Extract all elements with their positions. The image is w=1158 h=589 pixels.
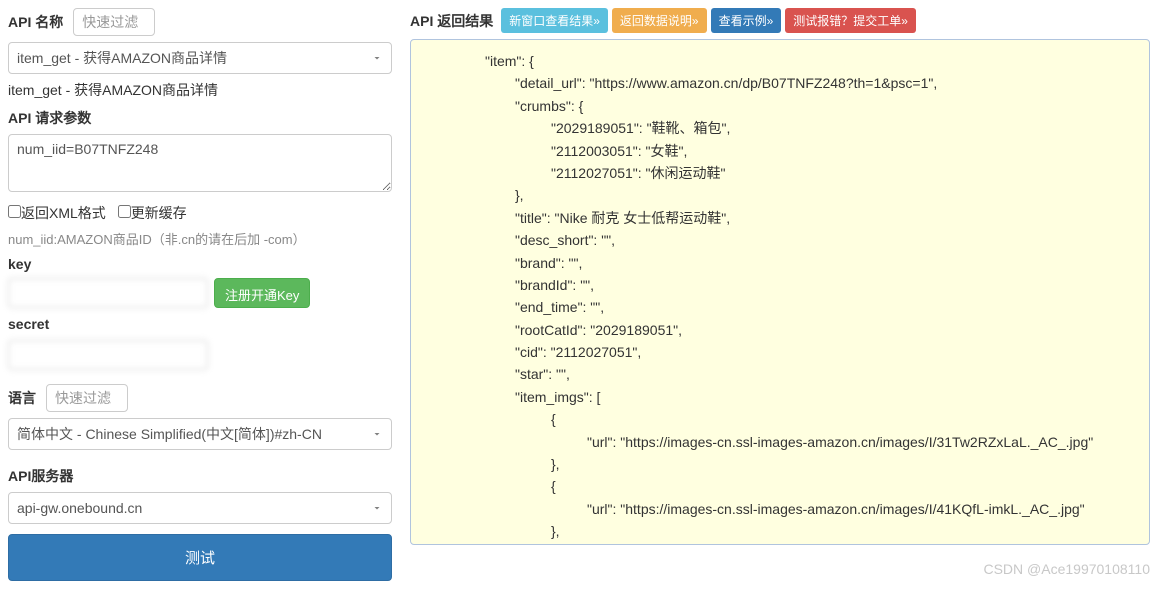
json-line: "rootCatId": "2029189051", — [425, 319, 1135, 341]
lang-label: 语言 — [8, 388, 36, 408]
json-line: "brandId": "", — [425, 274, 1135, 296]
secret-input[interactable] — [8, 340, 208, 370]
json-line: "cid": "2112027051", — [425, 341, 1135, 363]
new-window-button[interactable]: 新窗口查看结果» — [501, 8, 608, 33]
json-line: "2112027051": "休闲运动鞋" — [425, 162, 1135, 184]
right-panel: API 返回结果 新窗口查看结果» 返回数据说明» 查看示例» 测试报错？提交工… — [410, 8, 1150, 581]
lang-filter-input[interactable] — [46, 384, 128, 412]
watermark: CSDN @Ace19970108110 — [983, 561, 1150, 577]
json-line: "brand": "", — [425, 252, 1135, 274]
json-line: "url": "https://images-cn.ssl-images-ama… — [425, 498, 1135, 520]
key-label: key — [8, 256, 392, 272]
cache-checkbox-label[interactable]: 更新缓存 — [118, 205, 187, 221]
api-name-select[interactable]: item_get - 获得AMAZON商品详情 — [8, 42, 392, 74]
json-line: "2112003051": "女鞋", — [425, 140, 1135, 162]
json-line: }, — [425, 520, 1135, 542]
api-select-echo: item_get - 获得AMAZON商品详情 — [8, 80, 392, 100]
server-label: API服务器 — [8, 466, 392, 486]
register-key-button[interactable]: 注册开通Key — [214, 278, 310, 308]
json-line: }, — [425, 453, 1135, 475]
view-example-button[interactable]: 查看示例» — [711, 8, 782, 33]
json-line: "star": "", — [425, 363, 1135, 385]
json-line: "detail_url": "https://www.amazon.cn/dp/… — [425, 72, 1135, 94]
json-line: "crumbs": { — [425, 95, 1135, 117]
result-box: "item": { "detail_url": "https://www.ama… — [410, 39, 1150, 545]
json-line: "end_time": "", — [425, 296, 1135, 318]
json-line: "2029189051": "鞋靴、箱包", — [425, 117, 1135, 139]
secret-label: secret — [8, 316, 392, 332]
report-error-button[interactable]: 测试报错？提交工单» — [785, 8, 916, 33]
xml-checkbox[interactable] — [8, 205, 21, 218]
api-name-filter-input[interactable] — [73, 8, 155, 36]
xml-checkbox-label[interactable]: 返回XML格式 — [8, 205, 106, 221]
test-button[interactable]: 测试 — [8, 534, 392, 581]
key-input[interactable] — [8, 278, 208, 308]
lang-select[interactable]: 简体中文 - Chinese Simplified(中文[简体])#zh-CN — [8, 418, 392, 450]
json-line: "url": "https://images-cn.ssl-images-ama… — [425, 431, 1135, 453]
cache-checkbox[interactable] — [118, 205, 131, 218]
result-title: API 返回结果 — [410, 11, 493, 31]
data-desc-button[interactable]: 返回数据说明» — [612, 8, 707, 33]
api-params-label: API 请求参数 — [8, 108, 392, 128]
params-hint: num_iid:AMAZON商品ID（非.cn的请在后加 -com） — [8, 229, 392, 248]
json-line: { — [425, 543, 1135, 544]
json-line: "item": { — [425, 50, 1135, 72]
json-line: }, — [425, 184, 1135, 206]
api-name-label: API 名称 — [8, 12, 63, 32]
server-select[interactable]: api-gw.onebound.cn — [8, 492, 392, 524]
json-line: "item_imgs": [ — [425, 386, 1135, 408]
json-line: "title": "Nike 耐克 女士低帮运动鞋", — [425, 207, 1135, 229]
result-scroll[interactable]: "item": { "detail_url": "https://www.ama… — [411, 40, 1149, 544]
json-line: { — [425, 408, 1135, 430]
json-line: { — [425, 475, 1135, 497]
left-panel: API 名称 item_get - 获得AMAZON商品详情 item_get … — [8, 8, 392, 581]
api-params-textarea[interactable] — [8, 134, 392, 192]
json-line: "desc_short": "", — [425, 229, 1135, 251]
